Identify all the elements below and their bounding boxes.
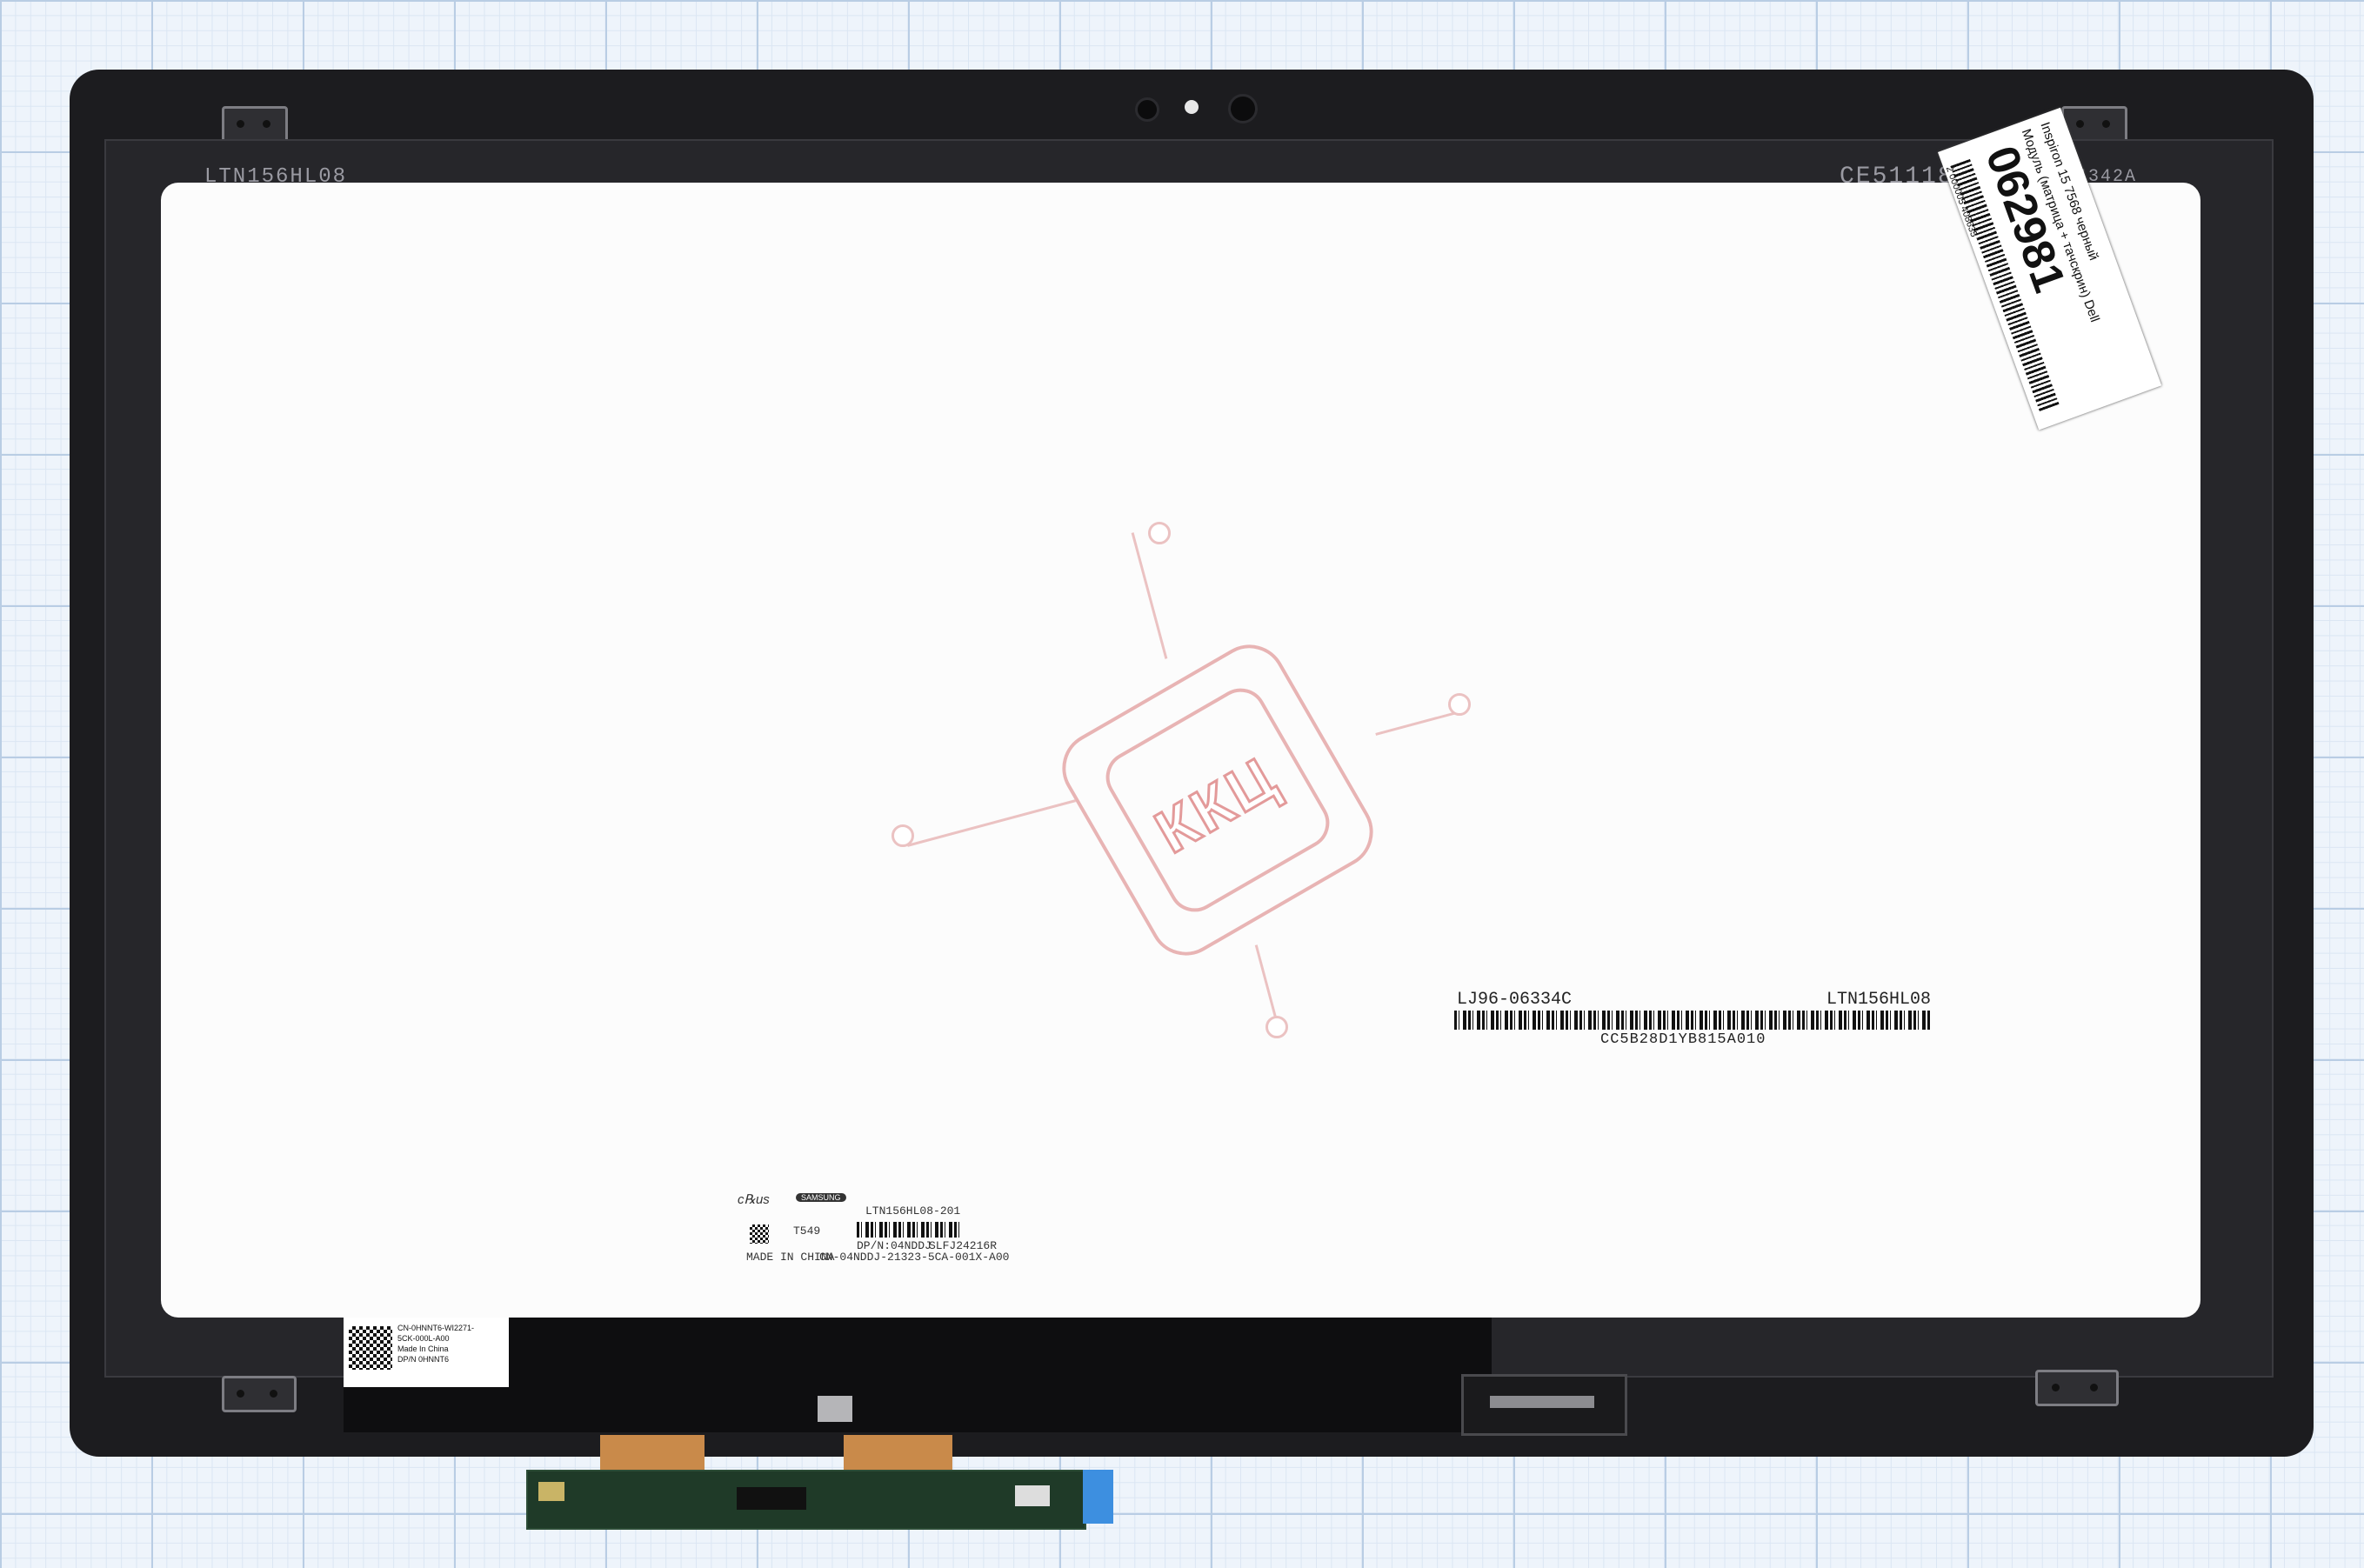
- cert-mark: c℞us: [738, 1192, 770, 1207]
- lcd-part-code: LJ96-06334C: [1457, 990, 1573, 1010]
- mounting-bracket-bottom-right: [2035, 1370, 2119, 1406]
- dell-label-line4: DP/N 0HNNT6: [397, 1355, 450, 1364]
- pcb-blue-tab: [1083, 1470, 1113, 1524]
- dell-label-line1: CN-0HNNT6-WI2271-: [397, 1324, 475, 1332]
- pcb-connector: [538, 1482, 564, 1501]
- fpc-cable-left: [600, 1435, 705, 1474]
- mounting-bracket-top-left: [222, 106, 288, 143]
- driver-pcb: [526, 1470, 1086, 1530]
- metal-clip: [818, 1396, 852, 1422]
- pcb-socket: [1015, 1485, 1050, 1506]
- touch-connector: [1461, 1374, 1627, 1436]
- pcb-chip: [737, 1487, 806, 1510]
- watermark-node-bottom: [1265, 1016, 1288, 1038]
- watermark-node-right: [1448, 693, 1471, 716]
- mounting-bracket-bottom-left: [222, 1376, 297, 1412]
- samsung-logo: SAMSUNG: [796, 1193, 846, 1202]
- left-label-datamatrix: [750, 1224, 769, 1244]
- dell-label-line3: Made In China: [397, 1344, 449, 1353]
- camera-lens-right: [1228, 94, 1258, 123]
- kkc-logo-watermark: ККЦ: [1048, 631, 1387, 970]
- left-label-cn: CN-04NDDJ-21323-5CA-001X-A00: [819, 1251, 1010, 1264]
- camera-lens-left: [1135, 97, 1159, 122]
- connector-pins: [1490, 1396, 1594, 1408]
- left-label-tsv: T549: [793, 1224, 821, 1238]
- watermark-node-top: [1148, 522, 1171, 544]
- dell-label-line2: 5CK-000L-A00: [397, 1334, 450, 1343]
- dell-label-datamatrix: [349, 1326, 392, 1370]
- lcd-barcode: [1454, 1011, 1931, 1030]
- bottom-film-strip: [344, 1318, 1492, 1432]
- camera-indicator: [1185, 100, 1199, 114]
- lcd-model-code: LTN156HL08: [1826, 990, 1932, 1010]
- lcd-serial: CC5B28D1YB815A010: [1600, 1031, 1766, 1048]
- left-label-model: LTN156HL08-201: [865, 1204, 961, 1218]
- fpc-cable-right: [844, 1435, 952, 1474]
- left-label-barcode: [857, 1222, 959, 1238]
- dell-label: CN-0HNNT6-WI2271- 5CK-000L-A00 Made In C…: [344, 1318, 509, 1387]
- watermark-node-left: [892, 824, 914, 847]
